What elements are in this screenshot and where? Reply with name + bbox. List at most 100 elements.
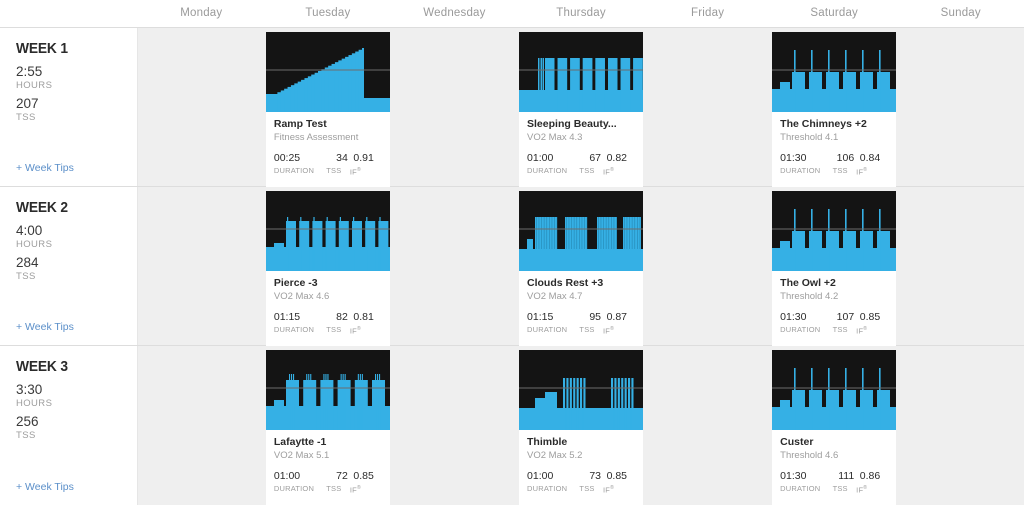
workout-card-body: Lafaytte -1 VO2 Max 5.1 01:00 DURATION 72 TSS… xyxy=(266,430,390,496)
workout-stats: 01:15 DURATION 82 TSS 0.81 IF® xyxy=(274,311,382,337)
workout-card[interactable]: Ramp Test Fitness Assessment 00:25 DURATION… xyxy=(265,32,390,187)
stat-duration: 00:25 DURATION xyxy=(274,152,320,176)
duration-value: 01:30 xyxy=(780,470,807,482)
workout-card[interactable]: Sleeping Beauty... VO2 Max 4.3 01:00 DURATI… xyxy=(519,32,644,187)
if-label: IF® xyxy=(348,324,374,337)
tss-value: 82 xyxy=(336,311,348,323)
week-tips-link[interactable]: + Week Tips xyxy=(16,321,74,333)
day-cell[interactable]: Thimble VO2 Max 5.2 01:00 DURATION 73 TSS 0.85… xyxy=(517,346,645,505)
week-row: WEEK 3 3:30 HOURS 256 TSS + Week Tips Lafaytte… xyxy=(0,346,1024,505)
registered-mark-icon: ® xyxy=(863,326,868,332)
workout-profile-chart xyxy=(519,32,644,112)
tss-value: 111 xyxy=(838,470,855,482)
day-cell-empty[interactable] xyxy=(644,28,771,186)
stat-tss: 111 TSS xyxy=(826,470,855,494)
day-cell-empty[interactable] xyxy=(897,187,1024,345)
workout-stats: 01:00 DURATION 67 TSS 0.82 IF® xyxy=(527,152,635,178)
duration-label: DURATION xyxy=(273,325,315,334)
workout-name: Sleeping Beauty... xyxy=(527,118,617,130)
if-label-text: IF xyxy=(349,167,357,177)
if-value: 0.91 xyxy=(353,152,374,164)
if-value: 0.87 xyxy=(606,311,628,323)
day-cell-empty[interactable] xyxy=(644,187,771,345)
day-header-friday: Friday xyxy=(691,7,725,19)
if-value: 0.85 xyxy=(353,470,374,482)
duration-value: 01:30 xyxy=(780,152,807,164)
workout-card[interactable]: The Chimneys +2 Threshold 4.1 01:30 DURATIO… xyxy=(772,32,897,187)
stat-if: 0.85 IF® xyxy=(601,470,627,496)
if-label-text: IF xyxy=(349,326,357,336)
day-cell-empty[interactable] xyxy=(391,346,518,505)
duration-value: 01:00 xyxy=(273,470,301,482)
training-plan-calendar: Monday Tuesday Wednesday Thursday Friday… xyxy=(0,0,1024,506)
stat-tss: 73 TSS xyxy=(573,470,601,494)
duration-label: DURATION xyxy=(780,484,821,493)
workout-stats: 01:00 DURATION 73 TSS 0.85 IF® xyxy=(527,470,635,496)
workout-card[interactable]: Lafaytte -1 VO2 Max 5.1 01:00 DURATION 72 TSS… xyxy=(265,350,390,505)
tss-value: 95 xyxy=(589,311,602,323)
tss-label: TSS xyxy=(579,484,595,493)
registered-mark-icon: ® xyxy=(610,326,614,332)
workout-card[interactable]: Custer Threshold 4.6 01:30 DURATION 111 TSS 0.… xyxy=(772,350,897,505)
day-cell[interactable]: The Chimneys +2 Threshold 4.1 01:30 DURATIO… xyxy=(770,28,898,187)
tss-label: TSS xyxy=(832,484,848,493)
day-cell-empty[interactable] xyxy=(391,28,518,186)
if-label: IF® xyxy=(601,324,627,337)
weeks-container: WEEK 1 2:55 HOURS 207 TSS + Week Tips Ramp Tes… xyxy=(0,28,1024,505)
week-hours-value: 3:30 xyxy=(16,382,43,397)
day-header-saturday: Saturday xyxy=(810,7,858,19)
week-tips-link[interactable]: + Week Tips xyxy=(16,481,74,493)
week-title: WEEK 3 xyxy=(16,358,68,375)
stat-duration: 01:30 DURATION xyxy=(780,152,826,176)
day-cell[interactable]: Custer Threshold 4.6 01:30 DURATION 111 TSS 0.… xyxy=(770,346,898,505)
day-cell-empty[interactable] xyxy=(391,187,518,345)
if-value: 0.84 xyxy=(859,152,881,164)
workout-card-body: Clouds Rest +3 VO2 Max 4.7 01:15 DURATION 95… xyxy=(519,271,643,337)
day-cell-empty[interactable] xyxy=(644,346,771,505)
day-cell-empty[interactable] xyxy=(897,28,1024,186)
week-title: WEEK 2 xyxy=(16,199,68,216)
workout-stats: 01:15 DURATION 95 TSS 0.87 IF® xyxy=(527,311,635,337)
tss-label: TSS xyxy=(326,484,342,493)
workout-card[interactable]: The Owl +2 Threshold 4.2 01:30 DURATION 107 T… xyxy=(772,191,897,346)
workout-card[interactable]: Pierce -3 VO2 Max 4.6 01:15 DURATION 82 TSS 0.… xyxy=(265,191,390,346)
day-cell-empty[interactable] xyxy=(138,28,265,186)
tss-label: TSS xyxy=(326,166,342,175)
stat-tss: 34 TSS xyxy=(320,152,348,176)
workout-type: VO2 Max 4.7 xyxy=(527,291,583,302)
day-header-monday: Monday xyxy=(180,7,223,19)
duration-label: DURATION xyxy=(780,325,821,334)
day-cell-empty[interactable] xyxy=(138,346,265,505)
duration-label: DURATION xyxy=(780,166,821,175)
workout-name: The Owl +2 xyxy=(780,277,836,289)
day-cell-empty[interactable] xyxy=(897,346,1024,505)
workout-type: Threshold 4.1 xyxy=(780,132,839,143)
workout-card[interactable]: Thimble VO2 Max 5.2 01:00 DURATION 73 TSS 0.85… xyxy=(519,350,644,505)
duration-value: 01:30 xyxy=(780,311,807,323)
if-label: IF® xyxy=(348,483,374,496)
workout-type: Threshold 4.2 xyxy=(780,291,839,302)
if-label: IF® xyxy=(348,165,374,178)
week-tss-label: TSS xyxy=(16,112,36,123)
workout-card[interactable]: Clouds Rest +3 VO2 Max 4.7 01:15 DURATION 95… xyxy=(519,191,644,346)
day-cell[interactable]: Ramp Test Fitness Assessment 00:25 DURATION… xyxy=(264,28,392,187)
workout-type: VO2 Max 5.2 xyxy=(527,450,583,461)
duration-value: 00:25 xyxy=(273,152,301,164)
day-cell[interactable]: Lafaytte -1 VO2 Max 5.1 01:00 DURATION 72 TSS… xyxy=(264,346,392,505)
day-cell[interactable]: Sleeping Beauty... VO2 Max 4.3 01:00 DURATI… xyxy=(517,28,645,187)
if-label: IF® xyxy=(854,324,880,337)
registered-mark-icon: ® xyxy=(356,167,361,173)
week-tips-link[interactable]: + Week Tips xyxy=(16,162,74,174)
day-cell[interactable]: Clouds Rest +3 VO2 Max 4.7 01:15 DURATION 95… xyxy=(517,187,645,346)
day-cell[interactable]: The Owl +2 Threshold 4.2 01:30 DURATION 107 T… xyxy=(770,187,898,346)
workout-profile-chart xyxy=(519,350,644,430)
day-cell[interactable]: Pierce -3 VO2 Max 4.6 01:15 DURATION 82 TSS 0.… xyxy=(264,187,392,346)
workout-type: Fitness Assessment xyxy=(273,132,359,143)
tss-label: TSS xyxy=(326,325,342,334)
stat-duration: 01:00 DURATION xyxy=(527,470,573,494)
stat-duration: 01:15 DURATION xyxy=(527,311,573,335)
week-tss-value: 207 xyxy=(16,96,39,111)
day-cell-empty[interactable] xyxy=(138,187,265,345)
duration-label: DURATION xyxy=(527,484,568,493)
day-header-tuesday: Tuesday xyxy=(305,7,351,19)
